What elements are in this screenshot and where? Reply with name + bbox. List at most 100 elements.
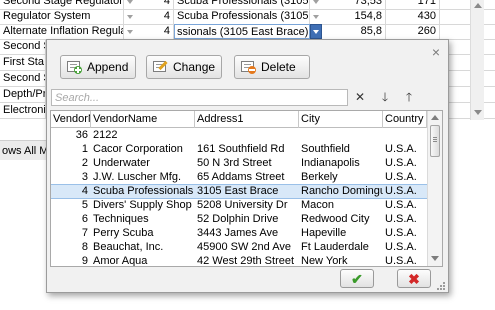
vendor-grid: VendorNo VendorName Address1 City Countr… [50, 110, 443, 267]
cell-address1: 161 Southfield Rd [197, 143, 285, 155]
cell-address1: 42 West 29th Street [197, 255, 295, 267]
background-cell-cost: 85,8 [322, 24, 386, 40]
cell-vendorname: J.W. Luscher Mfg. [93, 171, 182, 183]
cell-country: U.S.A. [385, 213, 417, 225]
cell-address1 [195, 129, 299, 142]
background-cell-cost: 154,8 [322, 9, 386, 25]
cell-country: U.S.A. [385, 199, 417, 211]
vendor-lookup-dropdown-button[interactable] [310, 24, 322, 39]
table-row-selected[interactable]: 4 Scuba Professionals 3105 East Brace Ra… [51, 184, 428, 199]
cell-country: U.S.A. [385, 157, 417, 169]
cell-vendorname: Techniques [93, 213, 149, 225]
add-document-icon [66, 60, 82, 74]
append-button-label: Append [87, 60, 129, 74]
close-icon[interactable]: × [429, 45, 443, 60]
grid-header: VendorNo VendorName Address1 City Countr… [51, 111, 427, 128]
cell-country: U.S.A. [385, 143, 417, 155]
column-header-vendorname[interactable]: VendorName [91, 111, 195, 128]
vendor-lookup-editor[interactable]: ssionals (3105 East Brace) [174, 24, 310, 39]
cell-country: U.S.A. [385, 171, 417, 183]
search-field[interactable] [51, 89, 348, 106]
cell-vendorname: Perry Scuba [93, 227, 154, 239]
search-next-icon[interactable]: 🡓 [378, 90, 392, 105]
cell-vendorno: 7 [81, 227, 88, 239]
chevron-down-icon[interactable] [311, 0, 321, 7]
delete-button-label: Delete [261, 60, 296, 74]
background-cell-name: Second S [0, 71, 46, 87]
cell-address1: 52 Dolphin Drive [197, 213, 279, 225]
chevron-down-icon[interactable] [125, 0, 135, 7]
scroll-down-arrow-icon[interactable] [474, 110, 482, 115]
scroll-down-arrow-icon[interactable] [431, 256, 439, 261]
cell-vendorno: 36 [75, 129, 88, 141]
cell-vendorno: 2 [81, 157, 88, 169]
edit-document-icon [152, 60, 168, 74]
cell-address1: 50 N 3rd Street [197, 157, 272, 169]
cell-vendorno: 8 [81, 241, 88, 253]
scrollbar-thumb[interactable] [430, 125, 440, 157]
search-input[interactable] [52, 90, 347, 105]
cell-vendorname: Cacor Corporation [93, 143, 183, 155]
grid-vertical-scrollbar[interactable] [427, 111, 442, 266]
cancel-button[interactable]: ✖ [397, 269, 431, 288]
clear-search-icon[interactable]: ✕ [353, 90, 367, 105]
scroll-up-arrow-icon[interactable] [474, 3, 482, 8]
cell-vendorno: 3 [81, 171, 88, 183]
chevron-down-icon[interactable] [125, 11, 135, 22]
background-cell-vendor: Scuba Professionals (3105 I [174, 9, 310, 25]
cell-city: Macon [301, 199, 335, 211]
table-row[interactable]: 7 Perry Scuba 3443 James Ave Hapeville U… [51, 227, 427, 240]
column-header-city[interactable]: City [299, 111, 383, 128]
cell-vendorno: 9 [81, 255, 88, 267]
change-button[interactable]: Change [146, 55, 222, 79]
table-row[interactable]: 6 Techniques 52 Dolphin Drive Redwood Ci… [51, 213, 427, 226]
column-header-country[interactable]: Country [383, 111, 427, 128]
cell-city: Rancho Domingu [301, 185, 383, 197]
table-row[interactable]: 8 Beauchat, Inc. 45900 SW 2nd Ave Ft Lau… [51, 241, 427, 254]
cell-vendorname: Amor Aqua [93, 255, 148, 267]
cell-vendorno: 4 [81, 185, 88, 197]
background-cell-stock: 260 [386, 24, 440, 40]
vendor-lookup-popup: × Append Change Delete ✕ 🡓 🡑 VendorNo Ve… [46, 39, 449, 293]
cell-city: Southfield [301, 143, 350, 155]
background-row[interactable]: Regulator System 4 Scuba Professionals (… [0, 9, 495, 25]
cell-vendorno: 5 [81, 199, 88, 211]
cell-vendorno: 1 [81, 143, 88, 155]
background-cell-qty: 4 [136, 9, 174, 25]
column-header-address1[interactable]: Address1 [195, 111, 299, 128]
cross-icon: ✖ [408, 271, 420, 287]
background-cell-name: Electroni [0, 103, 46, 119]
table-row[interactable]: 5 Divers' Supply Shop 5208 University Dr… [51, 199, 427, 212]
chevron-down-icon[interactable] [311, 11, 321, 22]
column-header-vendorno[interactable]: VendorNo [51, 111, 91, 128]
background-cell-qty: 4 [136, 24, 174, 40]
cell-vendorname: 2122 [93, 129, 118, 141]
cell-city: Berkely [301, 171, 338, 183]
chevron-down-icon[interactable] [125, 26, 135, 37]
ok-button[interactable]: ✔ [340, 269, 374, 288]
table-row[interactable]: 2 Underwater 50 N 3rd Street Indianapoli… [51, 157, 427, 170]
cell-address1: 65 Addams Street [197, 171, 285, 183]
background-vertical-scrollbar[interactable] [470, 0, 484, 120]
cell-country: U.S.A. [385, 241, 417, 253]
table-row[interactable]: 3 J.W. Luscher Mfg. 65 Addams Street Ber… [51, 171, 427, 184]
background-cell-name: Depth/Pr [0, 87, 46, 103]
cell-country: U.S.A. [385, 255, 417, 267]
cell-vendorno: 6 [81, 213, 88, 225]
cell-vendorname: Beauchat, Inc. [93, 241, 164, 253]
cell-country: U.S.A. [385, 227, 417, 239]
table-row[interactable]: 36 2122 [51, 129, 427, 142]
table-row[interactable]: 1 Cacor Corporation 161 Southfield Rd So… [51, 143, 427, 156]
cell-city: New York [301, 255, 348, 267]
append-button[interactable]: Append [60, 55, 136, 79]
table-row[interactable]: 9 Amor Aqua 42 West 29th Street New York… [51, 255, 427, 267]
scroll-up-arrow-icon[interactable] [431, 115, 439, 120]
background-cell-name: First Sta [0, 55, 46, 71]
cell-city [299, 129, 383, 142]
cell-country [383, 129, 427, 142]
vendor-lookup-editor-text: ssionals (3105 East Brace) [177, 26, 309, 38]
background-cell-name: Alternate Inflation Regula [0, 24, 124, 40]
resize-grip-icon[interactable] [436, 281, 446, 291]
delete-button[interactable]: Delete [234, 55, 310, 79]
search-previous-icon[interactable]: 🡑 [402, 90, 416, 105]
